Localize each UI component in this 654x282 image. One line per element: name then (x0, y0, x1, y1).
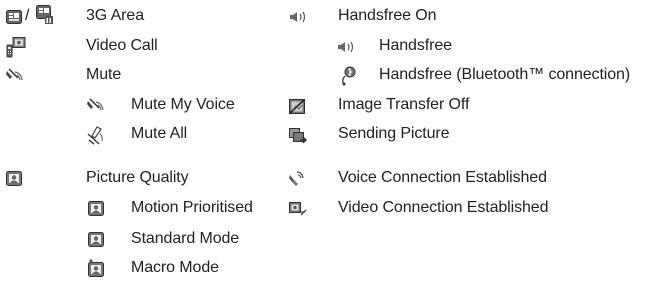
voice-connection-icon (289, 170, 305, 186)
handsfree-bluetooth-label: Handsfree (Bluetooth™ connection) (379, 66, 631, 83)
row-motion-prioritised: Motion Prioritised (0, 198, 300, 222)
mute-my-voice-icon (87, 98, 104, 114)
row-voice-connection: Voice Connection Established (289, 168, 650, 192)
picture-quality-label: Picture Quality (86, 169, 189, 186)
3g-area-icon (6, 10, 22, 26)
handsfree-label: Handsfree (379, 37, 452, 54)
sending-picture-icon (289, 128, 307, 144)
voice-connection-label: Voice Connection Established (338, 169, 547, 186)
row-handsfree: Handsfree (290, 36, 650, 60)
video-call-label: Video Call (86, 37, 158, 54)
3g-area-label: 3G Area (86, 7, 145, 24)
row-standard-mode: Standard Mode (0, 229, 300, 253)
3g-area-alt-icon (36, 5, 53, 24)
row-mute-all: Mute All (0, 124, 300, 148)
row-3g-area: / 3G Area (0, 5, 300, 30)
mute-my-voice-label: Mute My Voice (131, 96, 235, 113)
image-transfer-off-label: Image Transfer Off (338, 96, 470, 113)
row-mute: Mute (0, 65, 300, 89)
video-call-icon (6, 37, 26, 58)
speaker-icon (290, 11, 306, 27)
motion-prioritised-icon (88, 201, 104, 217)
video-connection-label: Video Connection Established (338, 199, 549, 216)
macro-mode-icon (88, 259, 104, 277)
mute-all-icon (87, 126, 103, 145)
row-handsfree-on: Handsfree On (290, 6, 650, 30)
standard-mode-label: Standard Mode (131, 230, 240, 247)
sending-picture-label: Sending Picture (338, 125, 450, 142)
row-sending-picture: Sending Picture (289, 124, 650, 148)
mute-label: Mute (86, 66, 122, 83)
picture-quality-icon (6, 171, 22, 187)
row-video-connection: Video Connection Established (289, 198, 650, 222)
row-mute-my-voice: Mute My Voice (0, 95, 300, 119)
macro-mode-label: Macro Mode (131, 259, 219, 276)
row-handsfree-bluetooth: Handsfree (Bluetooth™ connection) (290, 65, 654, 89)
row-picture-quality: Picture Quality (0, 168, 300, 192)
standard-mode-icon (88, 232, 104, 248)
row-image-transfer-off: Image Transfer Off (289, 95, 650, 119)
speaker-icon (338, 41, 354, 57)
handsfree-on-label: Handsfree On (338, 7, 437, 24)
row-video-call: Video Call (0, 36, 300, 60)
mute-icon (6, 68, 23, 84)
image-transfer-off-icon (289, 99, 305, 115)
motion-prioritised-label: Motion Prioritised (131, 199, 253, 216)
video-connection-icon (289, 202, 307, 218)
3g-area-separator: / (25, 7, 30, 24)
row-macro-mode: Macro Mode (0, 258, 300, 282)
mute-all-label: Mute All (131, 125, 188, 142)
bluetooth-headset-icon (340, 66, 356, 86)
